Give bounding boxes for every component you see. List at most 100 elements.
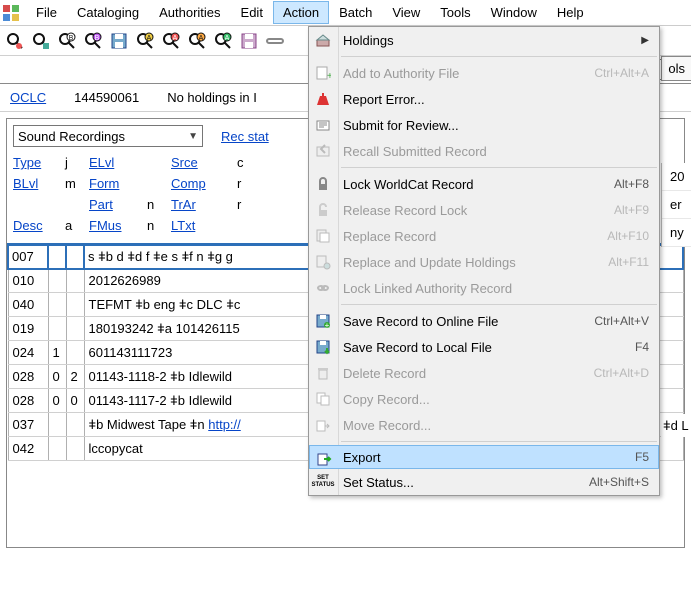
action-dropdown: Holdings▶ +Add to Authority FileCtrl+Alt+…: [308, 26, 660, 496]
marc-ind2[interactable]: [66, 245, 84, 269]
menu-item-set-status[interactable]: SETSTATUSSet Status...Alt+Shift+S: [309, 469, 659, 495]
menu-action[interactable]: Action: [273, 1, 329, 24]
marc-tag[interactable]: 024: [8, 341, 48, 365]
fixed-field-label-type[interactable]: Type: [13, 155, 59, 170]
marc-ind2[interactable]: [66, 413, 84, 437]
marc-ind2[interactable]: [66, 293, 84, 317]
marc-ind2[interactable]: [66, 317, 84, 341]
marc-tag[interactable]: 028: [8, 365, 48, 389]
fixed-field-label-srce[interactable]: Srce: [171, 155, 231, 170]
fixed-field-label-ltxt[interactable]: LTxt: [171, 218, 231, 233]
marc-ind1[interactable]: 0: [48, 389, 66, 413]
marc-ind2[interactable]: [66, 269, 84, 293]
chevron-down-icon: ▼: [188, 131, 198, 142]
menu-item-replace-record: Replace RecordAlt+F10: [309, 223, 659, 249]
menu-item-accelerator: Alt+F11: [569, 255, 649, 269]
tool-b2-icon[interactable]: B: [82, 30, 104, 52]
menu-item-icon: [313, 115, 333, 135]
format-combo-value: Sound Recordings: [18, 129, 125, 144]
svg-text:B: B: [69, 35, 74, 42]
marc-ind2[interactable]: [66, 437, 84, 461]
menu-item-add-to-authority-file: +Add to Authority FileCtrl+Alt+A: [309, 60, 659, 86]
marc-ind1[interactable]: [48, 413, 66, 437]
tool-link-icon[interactable]: [264, 30, 286, 52]
menu-view[interactable]: View: [382, 1, 430, 24]
tool-browse-icon[interactable]: [30, 30, 52, 52]
fixed-field-label-elvl[interactable]: ELvl: [89, 155, 141, 170]
menu-item-label: Holdings: [343, 33, 641, 48]
marc-ind1[interactable]: [48, 317, 66, 341]
menu-file[interactable]: File: [26, 1, 67, 24]
marc-ind1[interactable]: [48, 269, 66, 293]
menu-window[interactable]: Window: [481, 1, 547, 24]
marc-tag[interactable]: 040: [8, 293, 48, 317]
menu-authorities[interactable]: Authorities: [149, 1, 230, 24]
tool-a2-icon[interactable]: A: [160, 30, 182, 52]
menu-cataloging[interactable]: Cataloging: [67, 1, 149, 24]
right-extra: ǂd L: [661, 414, 691, 437]
tool-b1-icon[interactable]: B: [56, 30, 78, 52]
fixed-field-label-comp[interactable]: Comp: [171, 176, 231, 191]
menu-help[interactable]: Help: [547, 1, 594, 24]
menu-item-label: Move Record...: [343, 418, 649, 433]
menu-item-accelerator: F5: [569, 450, 649, 464]
menu-item-accelerator: Alt+Shift+S: [569, 475, 649, 489]
menu-item-submit-for-review[interactable]: Submit for Review...: [309, 112, 659, 138]
tool-save-icon[interactable]: [108, 30, 130, 52]
menu-item-label: Save Record to Online File: [343, 314, 569, 329]
fixed-field-label-fmus[interactable]: FMus: [89, 218, 141, 233]
menu-item-accelerator: Ctrl+Alt+D: [569, 366, 649, 380]
menu-separator: [341, 304, 657, 305]
marc-tag[interactable]: 007: [8, 245, 48, 269]
right-tab[interactable]: ols: [661, 56, 691, 81]
marc-ind1[interactable]: 1: [48, 341, 66, 365]
menu-item-copy-record: Copy Record...: [309, 386, 659, 412]
tool-save2-icon[interactable]: [238, 30, 260, 52]
source-link[interactable]: OCLC: [10, 90, 46, 105]
menu-item-save-record-to-online-file[interactable]: +Save Record to Online FileCtrl+Alt+V: [309, 308, 659, 334]
format-combo[interactable]: Sound Recordings ▼: [13, 125, 203, 147]
menu-item-lock-worldcat-record[interactable]: Lock WorldCat RecordAlt+F8: [309, 171, 659, 197]
menu-item-icon: [313, 337, 333, 357]
menu-item-save-record-to-local-file[interactable]: Save Record to Local FileF4: [309, 334, 659, 360]
menu-item-icon: [314, 449, 334, 469]
marc-tag[interactable]: 037: [8, 413, 48, 437]
menu-item-report-error[interactable]: Report Error...: [309, 86, 659, 112]
marc-tag[interactable]: 028: [8, 389, 48, 413]
fixed-field-value: r: [237, 197, 267, 212]
menu-item-recall-submitted-record: Recall Submitted Record: [309, 138, 659, 164]
menu-batch[interactable]: Batch: [329, 1, 382, 24]
fixed-field-value: a: [65, 218, 83, 233]
marc-tag[interactable]: 010: [8, 269, 48, 293]
marc-ind1[interactable]: [48, 293, 66, 317]
marc-tag[interactable]: 019: [8, 317, 48, 341]
tool-search-icon[interactable]: [4, 30, 26, 52]
marc-ind2[interactable]: [66, 341, 84, 365]
menu-item-export[interactable]: ExportF5: [309, 445, 659, 469]
menu-item-holdings[interactable]: Holdings▶: [309, 27, 659, 53]
marc-ind2[interactable]: 0: [66, 389, 84, 413]
menu-item-accelerator: Ctrl+Alt+A: [569, 66, 649, 80]
marc-ind1[interactable]: [48, 437, 66, 461]
menu-item-icon: [313, 89, 333, 109]
marc-ind2[interactable]: 2: [66, 365, 84, 389]
menu-edit[interactable]: Edit: [231, 1, 273, 24]
fixed-field-label-form[interactable]: Form: [89, 176, 141, 191]
menu-item-icon: SETSTATUS: [313, 472, 333, 492]
fixed-field-label-part[interactable]: Part: [89, 197, 141, 212]
marc-ind1[interactable]: 0: [48, 365, 66, 389]
url-link[interactable]: http://: [208, 417, 241, 432]
menu-tools[interactable]: Tools: [430, 1, 480, 24]
fixed-field-label-desc[interactable]: Desc: [13, 218, 59, 233]
recstat-link[interactable]: Rec stat: [221, 129, 269, 144]
tool-a1-icon[interactable]: A: [134, 30, 156, 52]
fixed-field-label-blvl[interactable]: BLvl: [13, 176, 59, 191]
marc-tag[interactable]: 042: [8, 437, 48, 461]
tool-a4-icon[interactable]: A: [212, 30, 234, 52]
fixed-field-label-trar[interactable]: TrAr: [171, 197, 231, 212]
menu-item-accelerator: Alt+F9: [569, 203, 649, 217]
tool-a3-icon[interactable]: A: [186, 30, 208, 52]
svg-text:A: A: [147, 35, 152, 42]
marc-ind1[interactable]: [48, 245, 66, 269]
svg-text:+: +: [325, 321, 330, 329]
